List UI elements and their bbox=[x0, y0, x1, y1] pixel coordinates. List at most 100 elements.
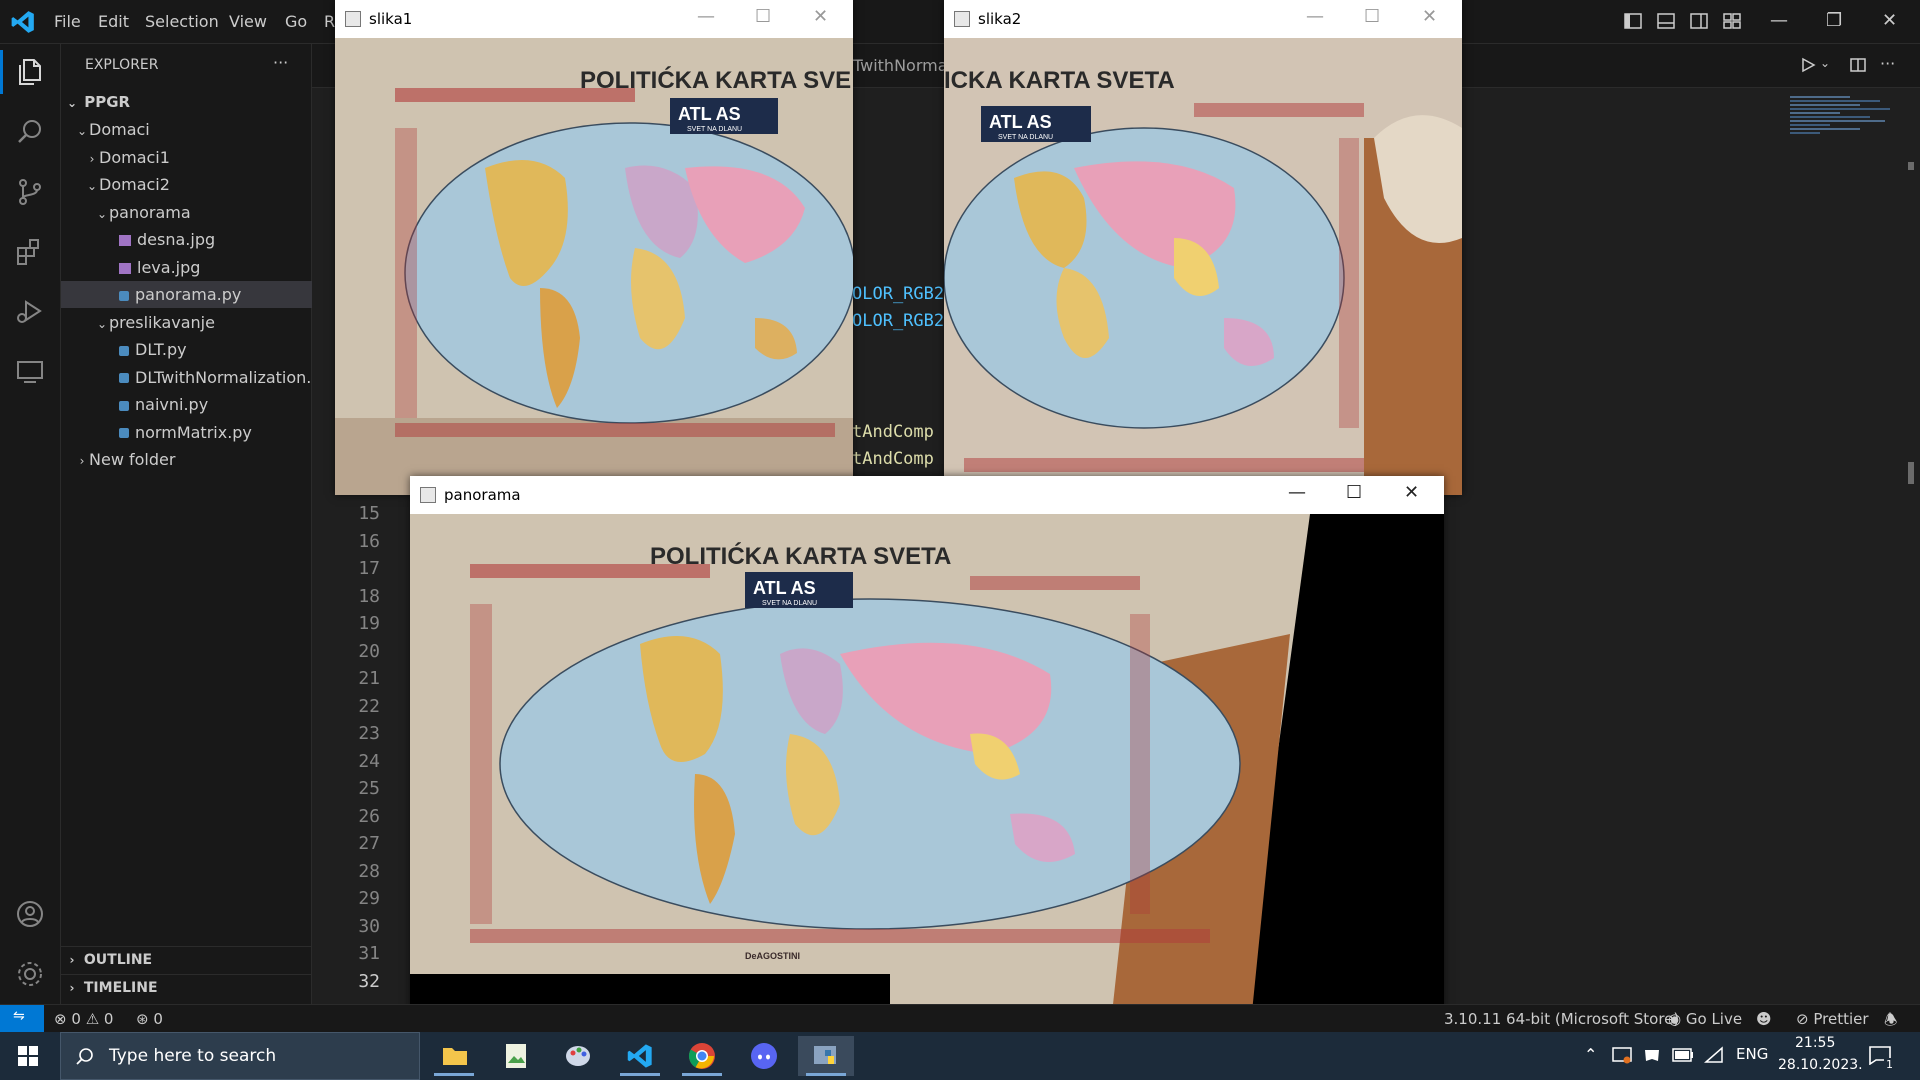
prettier-button[interactable]: ⊘ Prettier bbox=[1796, 1010, 1869, 1028]
close-icon[interactable]: ✕ bbox=[1404, 482, 1419, 503]
line-number: 26 bbox=[358, 805, 380, 827]
maximize-icon[interactable]: ☐ bbox=[1346, 482, 1362, 503]
taskbar-chrome[interactable] bbox=[674, 1036, 730, 1076]
tree-item[interactable]: desna.jpg bbox=[61, 226, 355, 253]
run-and-debug-icon[interactable] bbox=[14, 296, 46, 328]
remote-explorer-icon[interactable] bbox=[14, 356, 46, 388]
slika1-titlebar[interactable]: slika1 — ☐ ✕ bbox=[335, 0, 853, 38]
restore-icon[interactable]: ❐ bbox=[1826, 10, 1842, 31]
run-file-icon[interactable] bbox=[1800, 57, 1816, 73]
discord-tray-icon[interactable] bbox=[1642, 1047, 1662, 1063]
line-number: 21 bbox=[358, 668, 380, 689]
panorama-titlebar[interactable]: panorama — ☐ ✕ bbox=[410, 476, 1444, 514]
explorer-sidebar: EXPLORER ··· ⌄ PPGR ⌄ Domaci › Domaci1 ⌄ Doma… bbox=[61, 44, 355, 1004]
tree-item[interactable]: ⌄ panorama bbox=[61, 199, 345, 226]
tree-item[interactable]: normMatrix.py bbox=[61, 419, 355, 446]
run-dropdown-icon[interactable]: ⌄ bbox=[1820, 56, 1830, 70]
extensions-icon[interactable] bbox=[14, 236, 46, 268]
editor-more-icon[interactable]: ··· bbox=[1880, 54, 1895, 73]
ports-indicator[interactable]: ⊛ 0 bbox=[136, 1010, 163, 1028]
menu-view[interactable]: View bbox=[229, 12, 267, 31]
tree-item[interactable]: ⌄ preslikavanje bbox=[61, 309, 345, 336]
menu-selection[interactable]: Selection bbox=[145, 12, 219, 31]
more-actions-icon[interactable]: ··· bbox=[273, 53, 288, 72]
slika1-window[interactable]: slika1 — ☐ ✕ POLITIĆKA KARTA SVE ATL AS … bbox=[335, 0, 853, 495]
line-number: 28 bbox=[358, 860, 380, 882]
settings-gear-icon[interactable] bbox=[14, 958, 46, 990]
taskbar-paint[interactable] bbox=[550, 1036, 606, 1076]
go-live-button[interactable]: ◉ Go Live bbox=[1668, 1010, 1742, 1028]
taskbar-discord[interactable] bbox=[736, 1036, 792, 1076]
toggle-secondary-sidebar-icon[interactable] bbox=[1690, 12, 1708, 30]
errors-indicator[interactable]: ⊗ 0 ⚠ 0 bbox=[54, 1010, 113, 1028]
editor-scrollbar[interactable] bbox=[1908, 116, 1914, 484]
toggle-panel-icon[interactable] bbox=[1657, 12, 1675, 30]
python-interpreter[interactable]: 3.10.11 64-bit (Microsoft Store) bbox=[1444, 1010, 1679, 1028]
tree-item[interactable]: naivni.py bbox=[61, 391, 355, 418]
vscode-logo-icon bbox=[11, 11, 34, 33]
timeline-section[interactable]: › TIMELINE bbox=[61, 975, 315, 1002]
minimize-icon[interactable]: — bbox=[1306, 6, 1324, 27]
tree-item[interactable]: › Domaci1 bbox=[61, 144, 335, 171]
menu-file[interactable]: File bbox=[54, 12, 81, 31]
clock-time[interactable]: 21:55 bbox=[1795, 1035, 1835, 1051]
security-icon[interactable] bbox=[1612, 1046, 1632, 1064]
warning-count: 0 bbox=[103, 1010, 114, 1028]
tree-item[interactable]: DLTwithNormalization.py bbox=[61, 364, 355, 391]
input-language[interactable]: ENG bbox=[1736, 1045, 1768, 1063]
chevron-down-icon: ⌄ bbox=[96, 316, 108, 331]
taskbar-image-editor[interactable] bbox=[488, 1036, 544, 1076]
clock-date[interactable]: 28.10.2023. bbox=[1778, 1057, 1863, 1073]
taskbar-vscode[interactable] bbox=[612, 1036, 668, 1076]
close-icon[interactable]: ✕ bbox=[1882, 10, 1897, 31]
tree-item[interactable]: ⌄ Domaci bbox=[61, 116, 325, 143]
line-number: 19 bbox=[358, 613, 380, 634]
map-title: ICKA KARTA SVETA bbox=[944, 67, 1175, 94]
taskbar-file-explorer[interactable] bbox=[426, 1036, 482, 1076]
minimize-icon[interactable]: — bbox=[697, 6, 715, 27]
chrome-icon bbox=[688, 1043, 715, 1069]
maximize-icon[interactable]: ☐ bbox=[755, 6, 771, 27]
toggle-primary-sidebar-icon[interactable] bbox=[1624, 12, 1642, 30]
tree-item[interactable]: panorama.py bbox=[61, 281, 355, 308]
folder-icon bbox=[443, 1048, 467, 1065]
menu-go[interactable]: Go bbox=[285, 12, 307, 31]
close-icon[interactable]: ✕ bbox=[1422, 6, 1437, 27]
explorer-icon[interactable] bbox=[14, 56, 46, 88]
slika2-window[interactable]: slika2 — ☐ ✕ ICKA KARTA SVETA ATL AS SVE… bbox=[944, 0, 1462, 495]
code-fragment: OLOR_RGB2 bbox=[852, 284, 945, 304]
close-icon[interactable]: ✕ bbox=[813, 6, 828, 27]
minimap[interactable] bbox=[1790, 94, 1908, 184]
tree-item[interactable]: › New folder bbox=[61, 446, 325, 473]
window-icon bbox=[954, 11, 970, 27]
menu-run[interactable]: R bbox=[324, 12, 335, 31]
taskbar-search-box[interactable]: Type here to search bbox=[60, 1032, 420, 1080]
tree-item[interactable]: DLT.py bbox=[61, 336, 355, 363]
split-editor-icon[interactable] bbox=[1850, 57, 1866, 73]
panorama-window[interactable]: panorama — ☐ ✕ POLITIĆKA KARTA SVETA ATL… bbox=[410, 476, 1444, 1032]
show-hidden-icons-chevron-icon[interactable]: ⌃ bbox=[1584, 1045, 1597, 1064]
windows-start-icon[interactable] bbox=[18, 1046, 38, 1066]
source-control-icon[interactable] bbox=[14, 176, 46, 208]
copilot-icon[interactable]: ☻ bbox=[1756, 1010, 1772, 1028]
tree-item[interactable]: leva.jpg bbox=[61, 254, 355, 281]
remote-indicator[interactable]: ⇋ bbox=[0, 1005, 44, 1033]
taskbar-python[interactable] bbox=[798, 1036, 854, 1076]
minimize-icon[interactable]: — bbox=[1770, 10, 1788, 31]
wifi-icon[interactable] bbox=[1704, 1046, 1724, 1064]
menu-edit[interactable]: Edit bbox=[98, 12, 129, 31]
tree-item[interactable]: ⌄ Domaci2 bbox=[61, 171, 335, 198]
line-number: 31 bbox=[358, 943, 380, 964]
search-icon[interactable] bbox=[14, 116, 46, 148]
vscode-icon bbox=[627, 1044, 652, 1068]
battery-icon[interactable] bbox=[1672, 1048, 1694, 1062]
customize-layout-icon[interactable] bbox=[1723, 12, 1741, 30]
outline-section[interactable]: › OUTLINE bbox=[61, 947, 315, 974]
minimize-icon[interactable]: — bbox=[1288, 482, 1306, 503]
search-placeholder: Type here to search bbox=[109, 1046, 277, 1066]
workspace-root[interactable]: ⌄ PPGR bbox=[61, 89, 315, 116]
maximize-icon[interactable]: ☐ bbox=[1364, 6, 1380, 27]
editor-tab[interactable]: TwithNormal bbox=[853, 56, 952, 75]
slika2-titlebar[interactable]: slika2 — ☐ ✕ bbox=[944, 0, 1462, 38]
accounts-icon[interactable] bbox=[14, 898, 46, 930]
